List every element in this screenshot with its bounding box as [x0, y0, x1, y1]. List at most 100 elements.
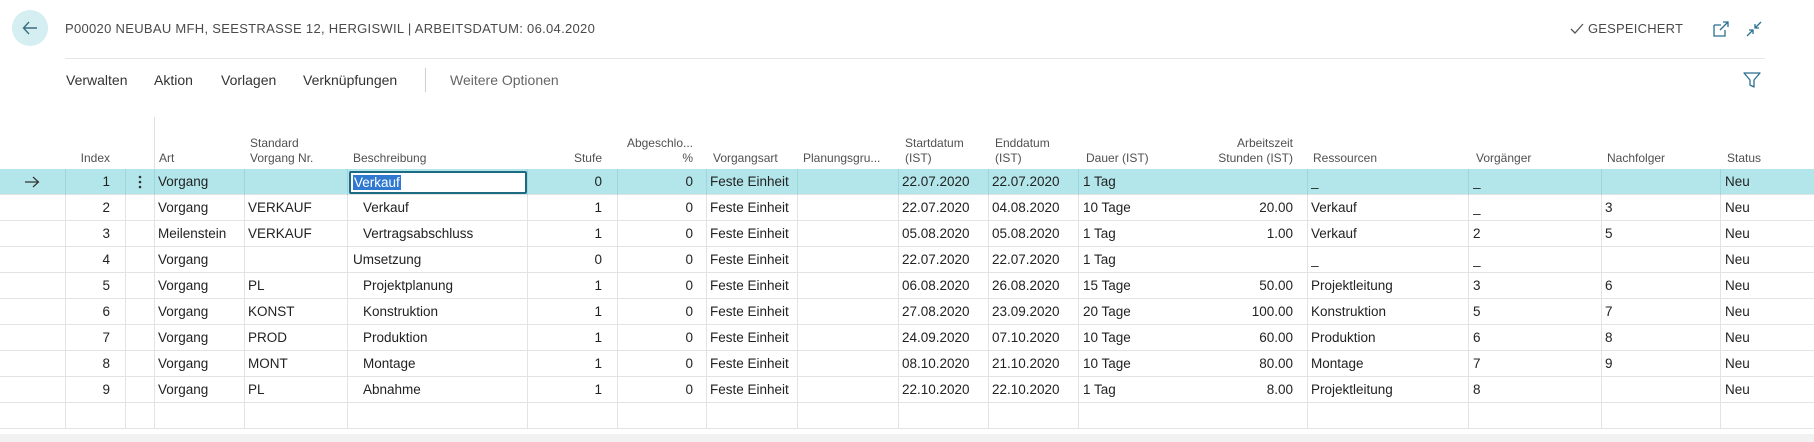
- cell-art[interactable]: Vorgang: [158, 247, 243, 273]
- table-row[interactable]: 8 Vorgang MONT Montage 1 0 Feste Einheit 08.10.…: [0, 351, 1814, 377]
- cell-vorgaenger[interactable]: 2: [1473, 221, 1598, 247]
- menu-verknuepfungen[interactable]: Verknüpfungen: [303, 72, 397, 88]
- cell-planungsgruppe[interactable]: [801, 299, 896, 325]
- cell-startdatum[interactable]: 22.07.2020: [902, 247, 987, 273]
- cell-standard-vorgang[interactable]: PROD: [248, 325, 343, 351]
- table-row[interactable]: 6 Vorgang KONST Konstruktion 1 0 Feste Einheit…: [0, 299, 1814, 325]
- cell-startdatum[interactable]: 05.08.2020: [902, 221, 987, 247]
- cell-dauer[interactable]: 1 Tag: [1083, 169, 1183, 195]
- cell-index[interactable]: 6: [60, 299, 110, 325]
- cell-abgeschlossen[interactable]: 0: [620, 351, 693, 377]
- cell-stufe[interactable]: 1: [550, 273, 602, 299]
- cell-dauer[interactable]: 1 Tag: [1083, 377, 1183, 403]
- col-header-standard-vorgang[interactable]: Standard Vorgang Nr.: [250, 117, 340, 169]
- col-header-status[interactable]: Status: [1727, 117, 1787, 169]
- cell-nachfolger[interactable]: 9: [1605, 351, 1715, 377]
- cell-ressourcen[interactable]: Projektleitung: [1311, 273, 1466, 299]
- cell-dauer[interactable]: 10 Tage: [1083, 351, 1183, 377]
- cell-planungsgruppe[interactable]: [801, 325, 896, 351]
- cell-nachfolger[interactable]: [1605, 377, 1715, 403]
- cell-status[interactable]: Neu: [1725, 377, 1785, 403]
- cell-vorgaenger[interactable]: 3: [1473, 273, 1598, 299]
- col-header-abgeschlossen[interactable]: Abgeschlo...%: [610, 117, 693, 169]
- cell-abgeschlossen[interactable]: 0: [620, 221, 693, 247]
- cell-index[interactable]: 1: [60, 169, 110, 195]
- cell-vorgangsart[interactable]: Feste Einheit: [710, 299, 796, 325]
- cell-planungsgruppe[interactable]: [801, 247, 896, 273]
- cell-planungsgruppe[interactable]: [801, 273, 896, 299]
- cell-vorgangsart[interactable]: Feste Einheit: [710, 351, 796, 377]
- cell-ressourcen[interactable]: Projektleitung: [1311, 377, 1466, 403]
- cell-status[interactable]: Neu: [1725, 169, 1785, 195]
- cell-standard-vorgang[interactable]: PL: [248, 377, 343, 403]
- cell-vorgangsart[interactable]: Feste Einheit: [710, 325, 796, 351]
- cell-startdatum[interactable]: 22.07.2020: [902, 195, 987, 221]
- cell-abgeschlossen[interactable]: 0: [620, 195, 693, 221]
- menu-vorlagen[interactable]: Vorlagen: [221, 72, 276, 88]
- cell-vorgangsart[interactable]: Feste Einheit: [710, 377, 796, 403]
- cell-vorgangsart[interactable]: Feste Einheit: [710, 221, 796, 247]
- cell-startdatum[interactable]: 22.10.2020: [902, 377, 987, 403]
- empty-table-row[interactable]: [0, 403, 1814, 429]
- cell-vorgangsart[interactable]: Feste Einheit: [710, 273, 796, 299]
- cell-dauer[interactable]: 1 Tag: [1083, 221, 1183, 247]
- col-header-art[interactable]: Art: [159, 117, 239, 169]
- cell-status[interactable]: Neu: [1725, 247, 1785, 273]
- table-row[interactable]: 1 Vorgang Verkauf 0 0 Feste Einheit 22.07.2020…: [0, 169, 1814, 195]
- menu-verwalten[interactable]: Verwalten: [66, 72, 127, 88]
- col-header-enddatum[interactable]: Enddatum (IST): [995, 117, 1075, 169]
- cell-enddatum[interactable]: 22.10.2020: [992, 377, 1077, 403]
- cell-enddatum[interactable]: 22.07.2020: [992, 247, 1077, 273]
- cell-beschreibung[interactable]: Umsetzung: [353, 247, 523, 273]
- col-header-ressourcen[interactable]: Ressourcen: [1313, 117, 1413, 169]
- filter-icon[interactable]: [1742, 70, 1762, 90]
- cell-art[interactable]: Vorgang: [158, 377, 243, 403]
- cell-stufe[interactable]: 1: [550, 299, 602, 325]
- cell-nachfolger[interactable]: [1605, 169, 1715, 195]
- cell-arbeitszeit[interactable]: 60.00: [1190, 325, 1293, 351]
- cell-dauer[interactable]: 1 Tag: [1083, 247, 1183, 273]
- cell-ressourcen[interactable]: _: [1311, 169, 1466, 195]
- cell-beschreibung[interactable]: Verkauf: [363, 195, 533, 221]
- cell-vorgangsart[interactable]: Feste Einheit: [710, 169, 796, 195]
- table-row[interactable]: 9 Vorgang PL Abnahme 1 0 Feste Einheit 22.10.20…: [0, 377, 1814, 403]
- cell-arbeitszeit[interactable]: [1190, 247, 1293, 273]
- cell-beschreibung[interactable]: Projektplanung: [363, 273, 533, 299]
- col-header-stufe[interactable]: Stufe: [550, 117, 602, 169]
- cell-vorgaenger[interactable]: 6: [1473, 325, 1598, 351]
- cell-index[interactable]: 4: [60, 247, 110, 273]
- cell-enddatum[interactable]: 07.10.2020: [992, 325, 1077, 351]
- cell-arbeitszeit[interactable]: 20.00: [1190, 195, 1293, 221]
- cell-planungsgruppe[interactable]: [801, 377, 896, 403]
- table-row[interactable]: 2 Vorgang VERKAUF Verkauf 1 0 Feste Einheit 22.…: [0, 195, 1814, 221]
- cell-enddatum[interactable]: 04.08.2020: [992, 195, 1077, 221]
- cell-startdatum[interactable]: 06.08.2020: [902, 273, 987, 299]
- cell-status[interactable]: Neu: [1725, 299, 1785, 325]
- cell-art[interactable]: Vorgang: [158, 325, 243, 351]
- cell-status[interactable]: Neu: [1725, 325, 1785, 351]
- col-header-arbeitszeit[interactable]: Arbeitszeit Stunden (IST): [1200, 117, 1293, 169]
- cell-ressourcen[interactable]: Montage: [1311, 351, 1466, 377]
- cell-nachfolger[interactable]: 6: [1605, 273, 1715, 299]
- cell-status[interactable]: Neu: [1725, 351, 1785, 377]
- cell-index[interactable]: 5: [60, 273, 110, 299]
- cell-index[interactable]: 7: [60, 325, 110, 351]
- cell-status[interactable]: Neu: [1725, 195, 1785, 221]
- cell-abgeschlossen[interactable]: 0: [620, 377, 693, 403]
- cell-arbeitszeit[interactable]: 100.00: [1190, 299, 1293, 325]
- cell-dauer[interactable]: 10 Tage: [1083, 195, 1183, 221]
- cell-enddatum[interactable]: 26.08.2020: [992, 273, 1077, 299]
- cell-planungsgruppe[interactable]: [801, 221, 896, 247]
- cell-standard-vorgang[interactable]: KONST: [248, 299, 343, 325]
- cell-enddatum[interactable]: 22.07.2020: [992, 169, 1077, 195]
- cell-art[interactable]: Meilenstein: [158, 221, 243, 247]
- beschreibung-edit-field[interactable]: Verkauf: [349, 171, 527, 194]
- cell-standard-vorgang[interactable]: VERKAUF: [248, 221, 343, 247]
- menu-aktion[interactable]: Aktion: [154, 72, 193, 88]
- col-header-startdatum[interactable]: Startdatum (IST): [905, 117, 985, 169]
- cell-nachfolger[interactable]: 7: [1605, 299, 1715, 325]
- cell-nachfolger[interactable]: 3: [1605, 195, 1715, 221]
- cell-beschreibung[interactable]: Produktion: [363, 325, 533, 351]
- cell-index[interactable]: 3: [60, 221, 110, 247]
- cell-beschreibung[interactable]: Montage: [363, 351, 533, 377]
